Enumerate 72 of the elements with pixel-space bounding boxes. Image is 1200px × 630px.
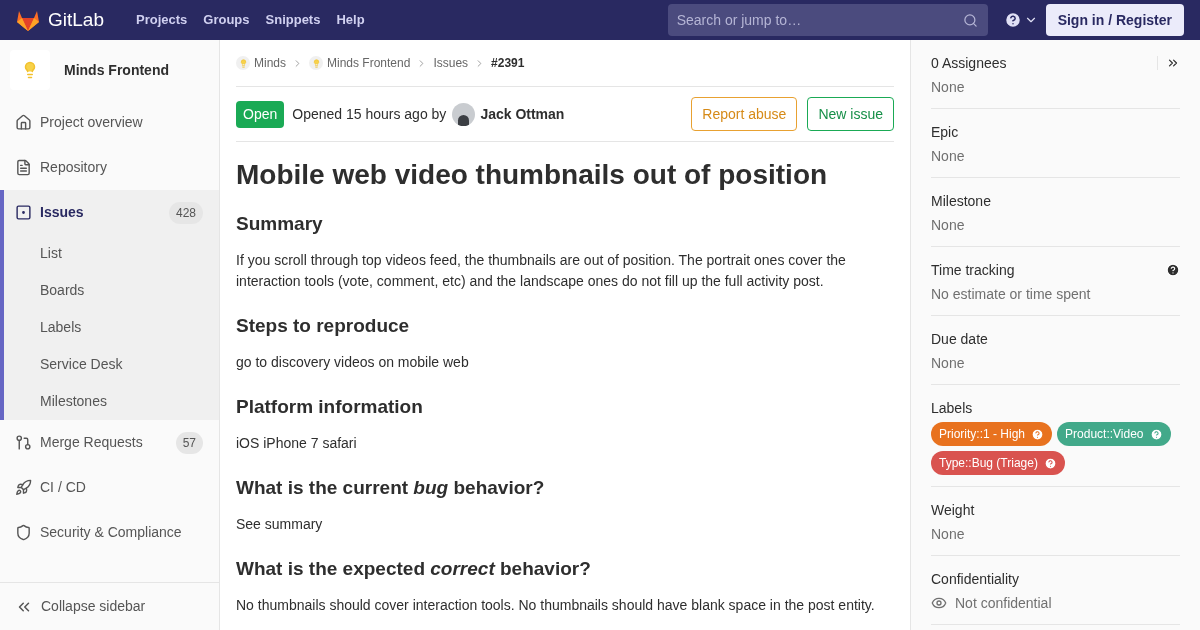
nav-link[interactable]: Help xyxy=(328,10,373,30)
search-field[interactable]: Search or jump to… xyxy=(667,4,988,36)
block-value: None xyxy=(931,525,965,544)
block-title: Labels xyxy=(931,399,974,418)
project-name[interactable]: Minds Frontend xyxy=(64,59,169,81)
sidebar-subitem[interactable]: Boards xyxy=(4,272,219,309)
section-text: No thumbnails should cover interaction tools. No thumbnails should have blank space in the post entity. xyxy=(236,596,876,615)
block-value: None xyxy=(931,216,965,235)
author-avatar[interactable] xyxy=(452,102,476,126)
help-icon xyxy=(1003,11,1022,29)
collapse-sidebar-button[interactable]: Collapse sidebar xyxy=(0,582,219,630)
sign-in-button[interactable]: Sign in / Register xyxy=(1045,4,1184,36)
block-value: None xyxy=(931,354,965,373)
count-badge: 428 xyxy=(168,201,203,224)
label-tag[interactable]: Type::Bug (Triage) xyxy=(931,451,1065,475)
block-title: Milestone xyxy=(931,192,992,211)
sidebar-subitem[interactable]: Labels xyxy=(4,309,219,346)
rocket-icon xyxy=(15,479,32,496)
block-title: Weight xyxy=(931,501,976,520)
breadcrumb-link[interactable]: #2391 xyxy=(491,54,525,72)
section-text: go to discovery videos on mobile web xyxy=(236,353,470,372)
breadcrumb-link[interactable]: Minds xyxy=(254,54,286,72)
block-title: 0 Assignees xyxy=(931,54,1008,73)
help-menu-button[interactable] xyxy=(1003,11,1038,29)
section-heading: Summary xyxy=(236,212,324,236)
nav-link[interactable]: Groups xyxy=(195,10,258,30)
block-value: Not confidential xyxy=(955,594,1052,613)
status-badge: Open xyxy=(236,100,285,128)
sidebar-item[interactable]: Issues 428 xyxy=(4,190,219,235)
block-title: Epic xyxy=(931,123,960,142)
house-icon xyxy=(15,114,32,131)
section-text: See summary xyxy=(236,515,324,534)
bulb-avatar-icon xyxy=(236,56,250,70)
issue-title: Mobile web video thumbnails out of position xyxy=(236,158,829,192)
breadcrumb-link[interactable]: Minds Frontend xyxy=(327,54,411,72)
section-heading: Platform information xyxy=(236,395,424,419)
sidebar-subitem[interactable]: List xyxy=(4,235,219,272)
sidebar-item[interactable]: CI / CD xyxy=(0,465,219,510)
merge-icon xyxy=(15,434,32,451)
block-value: None xyxy=(931,78,965,97)
block-title: Due date xyxy=(931,330,989,349)
sidebar-subitem[interactable]: Service Desk xyxy=(4,346,219,383)
search-icon xyxy=(962,13,978,28)
sidebar-subitem[interactable]: Milestones xyxy=(4,383,219,420)
section-heading: What is the current bug behavior? xyxy=(236,476,546,500)
shield-icon xyxy=(15,524,32,541)
document-icon xyxy=(15,159,32,176)
block-value: No estimate or time spent xyxy=(931,285,1091,304)
section-heading: Steps to reproduce xyxy=(236,314,411,338)
expand-icon[interactable] xyxy=(1166,56,1180,70)
sidebar-item[interactable]: Repository xyxy=(0,145,219,190)
action-button[interactable]: New issue xyxy=(807,97,894,131)
author-link[interactable]: Jack Ottman xyxy=(480,103,565,125)
brand-name[interactable]: GitLab xyxy=(48,5,104,35)
breadcrumb-link[interactable]: Issues xyxy=(433,54,469,72)
bulb-avatar-icon xyxy=(309,56,323,70)
sidebar-item[interactable]: Merge Requests 57 xyxy=(0,420,219,465)
sidebar-item[interactable]: Security & Compliance xyxy=(0,510,219,555)
nav-link[interactable]: Snippets xyxy=(257,10,329,30)
fox-logo-icon[interactable] xyxy=(16,9,40,31)
opened-text: Opened 15 hours ago by xyxy=(292,104,447,124)
sidebar-item[interactable]: Project overview xyxy=(0,100,219,145)
block-value: None xyxy=(931,147,965,166)
block-title: Time tracking xyxy=(931,261,1016,280)
section-text: If you scroll through top videos feed, the thumbnails are out of position. The portrait ones cover the interaction tools (vote, comment, etc) and the landscape ones do not fill up the full activity post. xyxy=(236,251,847,291)
eye-icon xyxy=(931,595,947,611)
issues-icon xyxy=(15,204,32,221)
nav-link[interactable]: Projects xyxy=(128,10,196,30)
section-heading: What is the expected correct behavior? xyxy=(236,557,592,581)
section-text: iOS iPhone 7 safari xyxy=(236,434,358,453)
block-title: Confidentiality xyxy=(931,570,1020,589)
count-badge: 57 xyxy=(175,431,203,454)
